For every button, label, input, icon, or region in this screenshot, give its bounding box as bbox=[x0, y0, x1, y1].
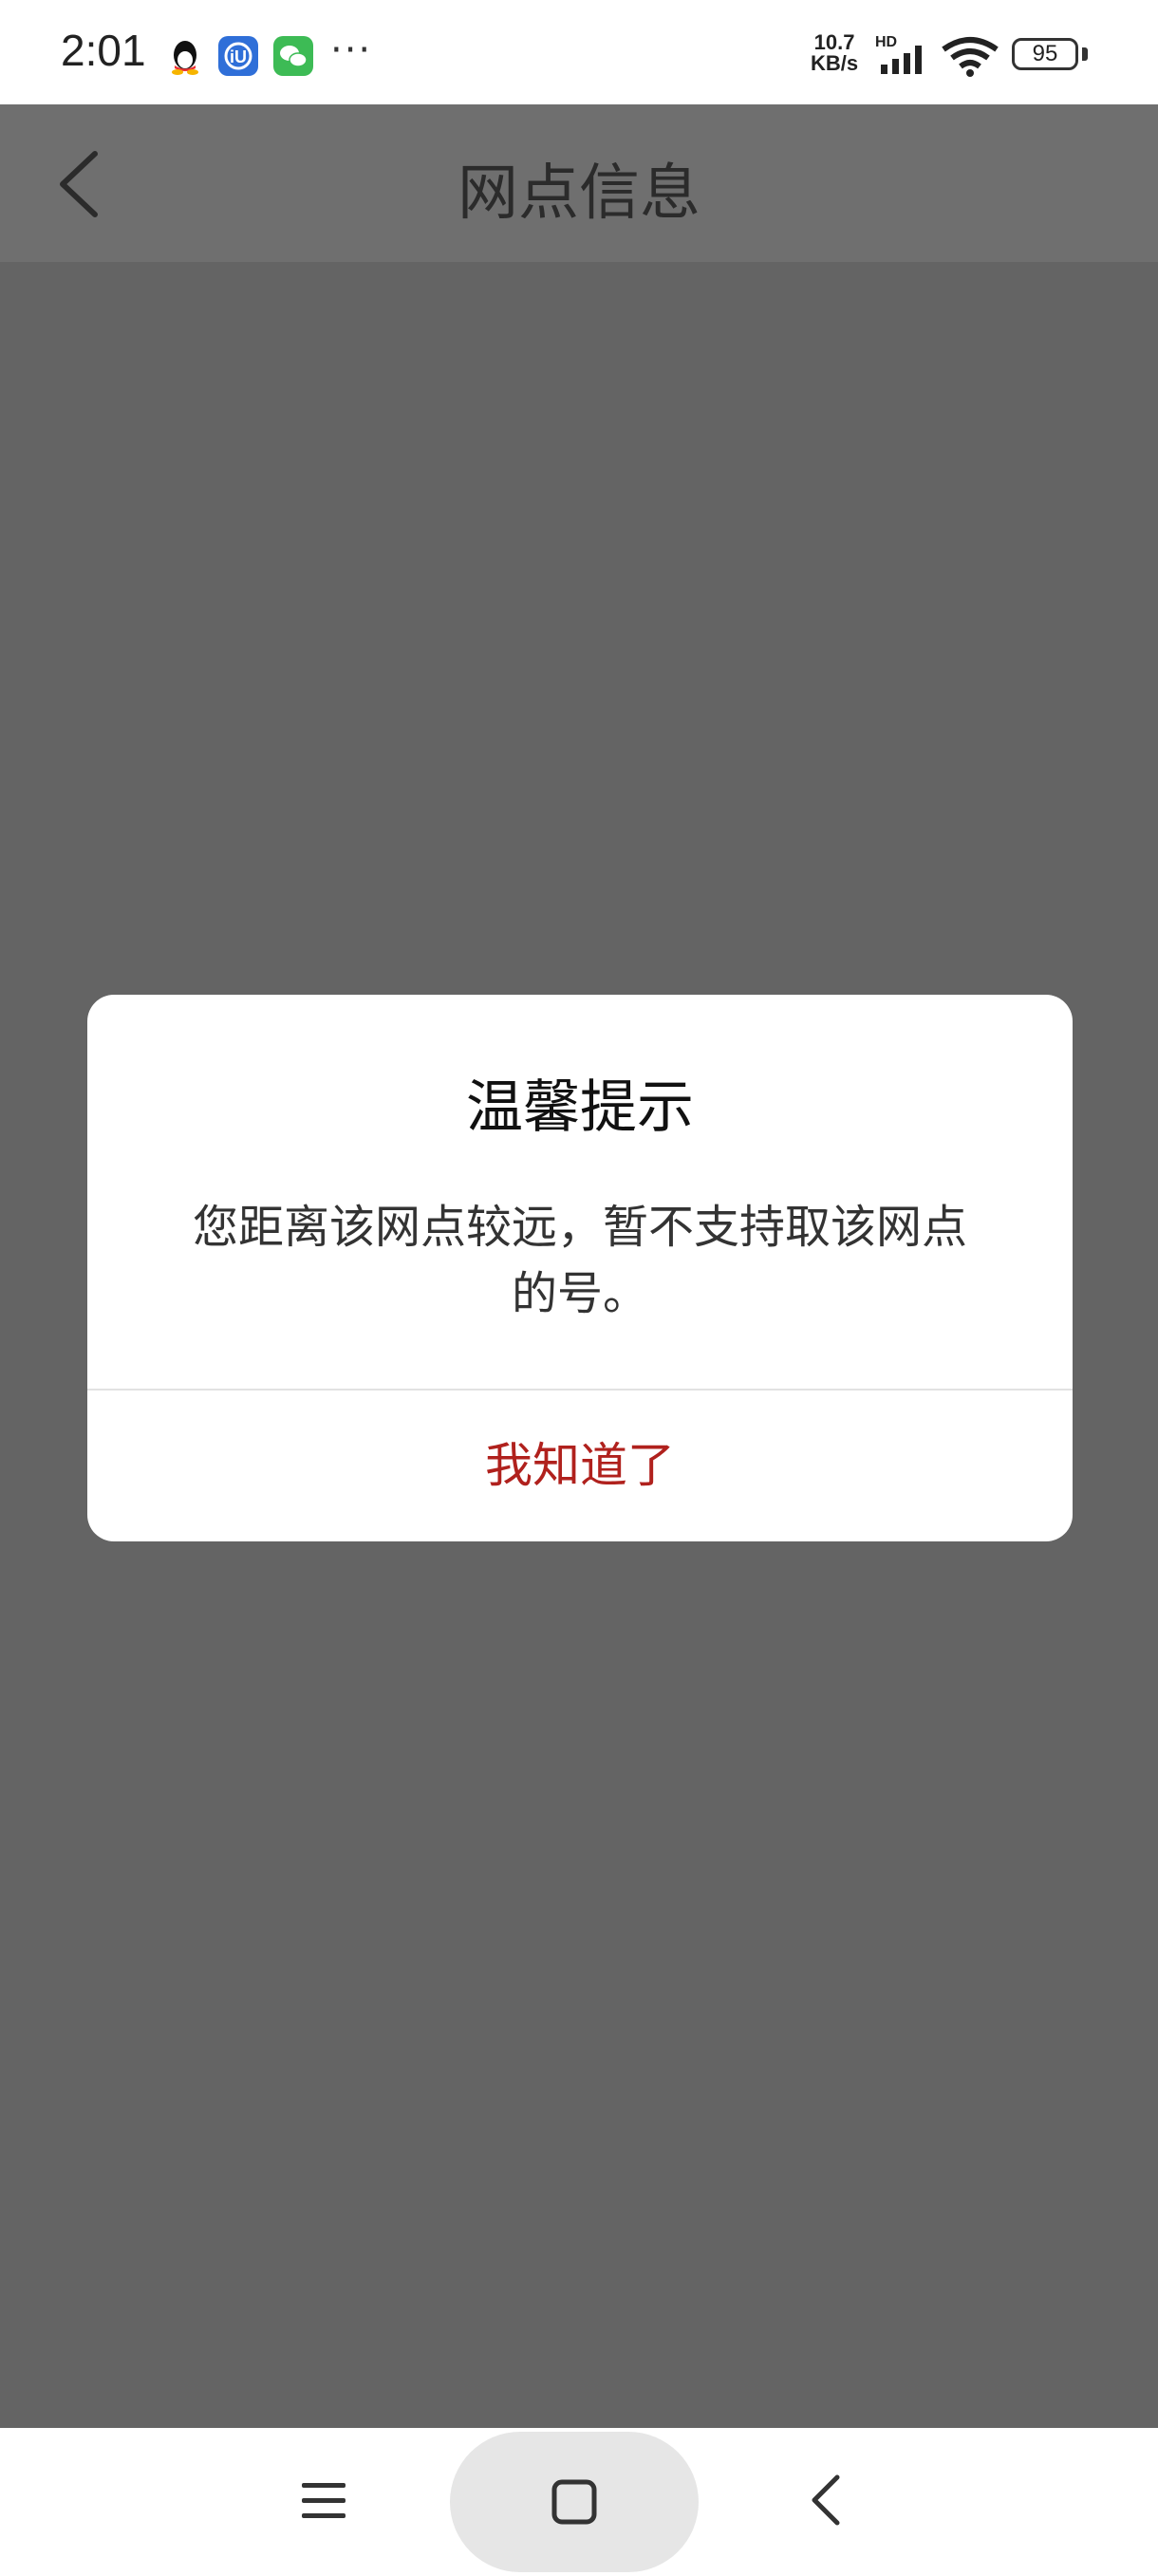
dialog-title: 温馨提示 bbox=[466, 1074, 694, 1141]
signal-icon bbox=[881, 46, 922, 74]
page-title: 网点信息 bbox=[458, 159, 700, 229]
status-time: 2:01 bbox=[61, 26, 146, 75]
wechat-icon bbox=[273, 36, 313, 76]
home-button[interactable] bbox=[450, 2432, 699, 2572]
alert-dialog: 温馨提示 您距离该网点较远，暂不支持取该网点的号。 我知道了 bbox=[87, 995, 1073, 1541]
qq-icon bbox=[172, 41, 198, 75]
confirm-button[interactable]: 我知道了 bbox=[87, 1391, 1073, 1541]
more-dots-icon: ··· bbox=[330, 28, 373, 72]
net-speed: 10.7 KB/s bbox=[811, 32, 858, 74]
wifi-icon bbox=[942, 37, 999, 77]
nav-bar bbox=[0, 2428, 1158, 2574]
battery-icon: 95 bbox=[1012, 38, 1078, 70]
status-bar: 2:01 iU ··· 10.7 KB/s HD 95 bbox=[0, 0, 1158, 104]
iu-icon: iU bbox=[218, 36, 258, 76]
svg-text:iU: iU bbox=[230, 47, 247, 66]
menu-icon[interactable] bbox=[300, 2479, 347, 2523]
battery-tip bbox=[1082, 47, 1088, 61]
app-header: 网点信息 bbox=[0, 104, 1158, 262]
net-speed-value: 10.7 bbox=[813, 30, 855, 54]
dialog-message: 您距离该网点较远，暂不支持取该网点的号。 bbox=[192, 1201, 967, 1320]
back-icon[interactable] bbox=[803, 2472, 850, 2529]
home-icon bbox=[551, 2479, 597, 2525]
net-speed-unit: KB/s bbox=[811, 51, 859, 75]
